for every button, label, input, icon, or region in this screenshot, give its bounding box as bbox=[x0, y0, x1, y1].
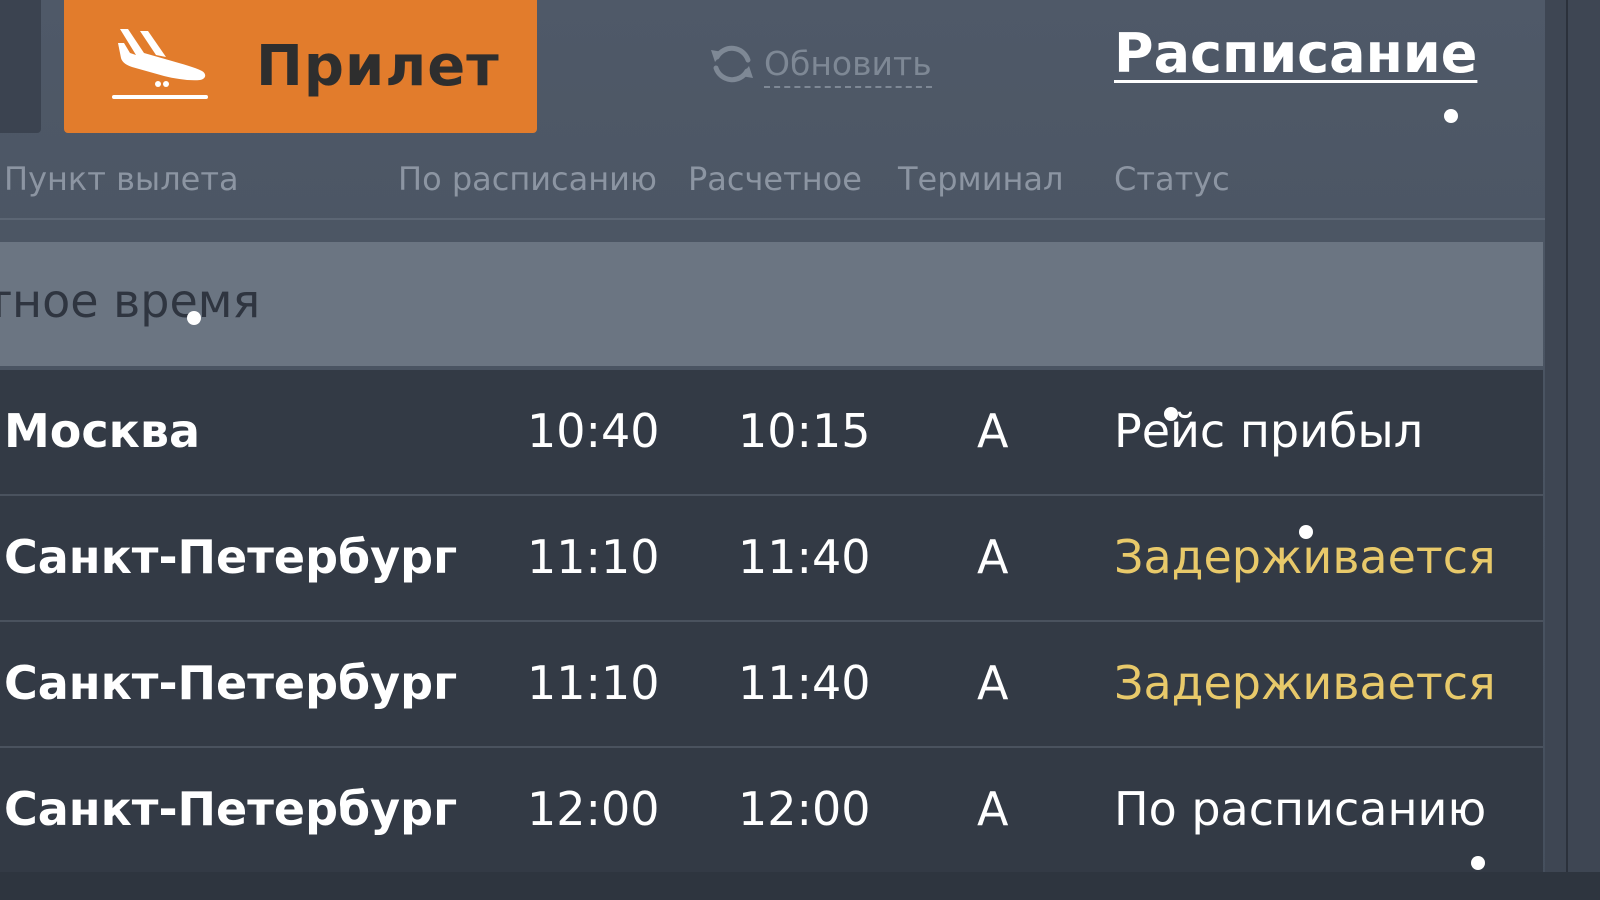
flight-scheduled-time: 12:00 bbox=[527, 782, 660, 836]
flight-row[interactable]: Санкт-Петербург 11:10 11:40 A Задерживае… bbox=[0, 496, 1543, 622]
refresh-label: Обновить bbox=[764, 44, 932, 88]
column-status[interactable]: Статус bbox=[1114, 160, 1230, 198]
schedule-link[interactable]: Расписание bbox=[1114, 22, 1477, 85]
flight-estimated-time: 11:40 bbox=[738, 656, 871, 710]
flight-list: Москва 10:40 10:15 A Рейс прибыл Санкт-П… bbox=[0, 370, 1543, 874]
marker-dot bbox=[1444, 109, 1458, 123]
flight-origin: Санкт-Петербург bbox=[4, 782, 458, 836]
flight-terminal: A bbox=[977, 530, 1009, 584]
column-scheduled[interactable]: По расписанию bbox=[398, 160, 657, 198]
flight-row[interactable]: Санкт-Петербург 11:10 11:40 A Задерживае… bbox=[0, 622, 1543, 748]
departure-tab[interactable] bbox=[0, 0, 41, 133]
flight-status: По расписанию bbox=[1114, 782, 1487, 836]
flight-status: Рейс прибыл bbox=[1114, 404, 1424, 458]
flight-estimated-time: 11:40 bbox=[738, 530, 871, 584]
flight-scheduled-time: 11:10 bbox=[527, 530, 660, 584]
flight-row[interactable]: Санкт-Петербург 12:00 12:00 A По расписа… bbox=[0, 748, 1543, 874]
window-border bbox=[1566, 0, 1568, 900]
arrival-tab-label: Прилет bbox=[256, 34, 500, 99]
column-terminal[interactable]: Терминал bbox=[898, 160, 1063, 198]
marker-dot bbox=[1471, 856, 1485, 870]
marker-dot bbox=[1299, 525, 1313, 539]
bottom-strip bbox=[0, 872, 1600, 900]
flight-terminal: A bbox=[977, 404, 1009, 458]
table-header: Пункт вылета По расписанию Расчетное Тер… bbox=[0, 158, 1545, 220]
flight-origin: Санкт-Петербург bbox=[4, 530, 458, 584]
right-edge-panel bbox=[1545, 0, 1600, 900]
flight-row[interactable]: Москва 10:40 10:15 A Рейс прибыл bbox=[0, 370, 1543, 496]
date-band: ерг, местное время bbox=[0, 242, 1543, 366]
marker-dot bbox=[1164, 407, 1178, 421]
flight-terminal: A bbox=[977, 782, 1009, 836]
arrival-tab[interactable]: Прилет bbox=[64, 0, 537, 133]
column-origin[interactable]: Пункт вылета bbox=[4, 160, 239, 198]
column-estimated[interactable]: Расчетное bbox=[688, 160, 862, 198]
marker-dot bbox=[187, 311, 201, 325]
refresh-icon bbox=[708, 40, 756, 92]
flight-estimated-time: 12:00 bbox=[738, 782, 871, 836]
flight-origin: Москва bbox=[4, 404, 201, 458]
plane-landing-icon bbox=[110, 25, 210, 109]
flight-status: Задерживается bbox=[1114, 656, 1496, 710]
flight-scheduled-time: 11:10 bbox=[527, 656, 660, 710]
date-band-text: ерг, местное время bbox=[0, 274, 261, 328]
flight-origin: Санкт-Петербург bbox=[4, 656, 458, 710]
flight-terminal: A bbox=[977, 656, 1009, 710]
refresh-button[interactable]: Обновить bbox=[708, 40, 932, 92]
flight-board: Прилет Обновить Расписание Пункт вылета … bbox=[0, 0, 1600, 900]
flight-estimated-time: 10:15 bbox=[738, 404, 871, 458]
flight-scheduled-time: 10:40 bbox=[527, 404, 660, 458]
